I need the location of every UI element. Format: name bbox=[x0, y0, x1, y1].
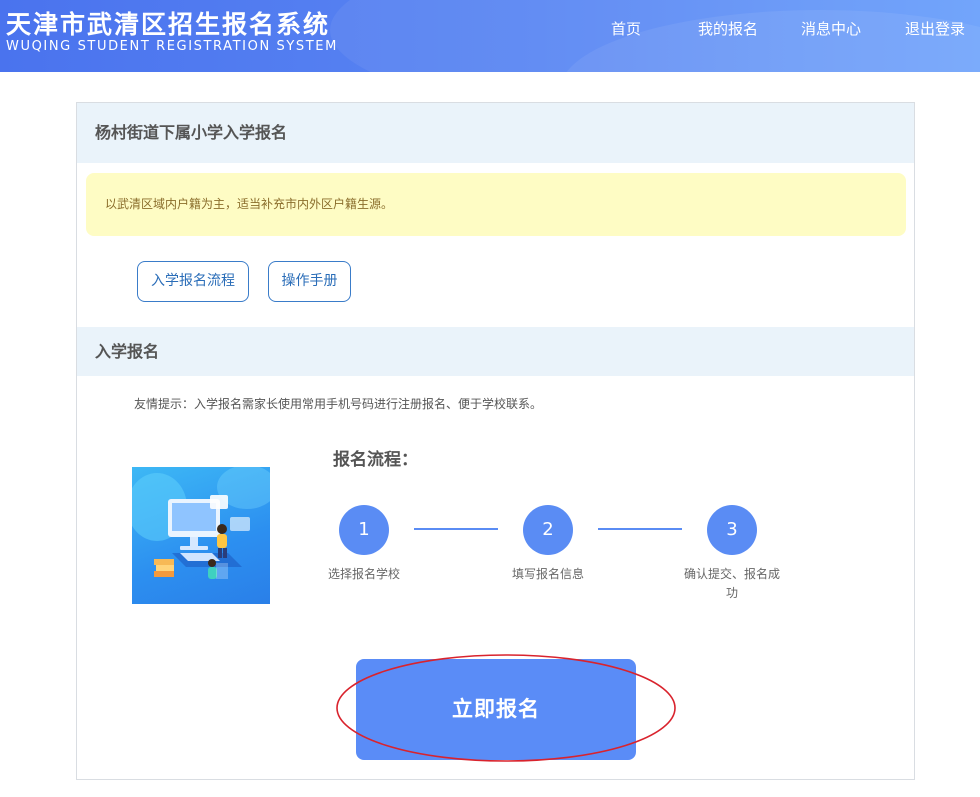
operation-manual-button[interactable]: 操作手册 bbox=[268, 261, 351, 302]
apply-now-button[interactable]: 立即报名 bbox=[356, 659, 636, 760]
step-connector bbox=[414, 528, 498, 530]
enrollment-notice: 以武清区域内户籍为主，适当补充市内外区户籍生源。 bbox=[86, 173, 906, 236]
nav-logout[interactable]: 退出登录 bbox=[905, 18, 965, 39]
step-connector bbox=[598, 528, 682, 530]
enroll-section-title: 入学报名 bbox=[77, 327, 914, 376]
site-title: 天津市武清区招生报名系统 bbox=[6, 10, 331, 39]
step-1-badge: 1 bbox=[339, 505, 389, 555]
registration-panel: 杨村街道下属小学入学报名 以武清区域内户籍为主，适当补充市内外区户籍生源。 入学… bbox=[76, 102, 915, 780]
site-subtitle: WUQING STUDENT REGISTRATION SYSTEM bbox=[6, 39, 338, 54]
step-3-badge: 3 bbox=[707, 505, 757, 555]
step-2-label: 填写报名信息 bbox=[511, 567, 584, 581]
nav-message-center[interactable]: 消息中心 bbox=[801, 18, 861, 39]
nav-home[interactable]: 首页 bbox=[611, 18, 641, 39]
enrollment-process-button[interactable]: 入学报名流程 bbox=[137, 261, 249, 302]
computer-illustration-icon bbox=[132, 467, 270, 579]
school-section-title: 杨村街道下属小学入学报名 bbox=[77, 103, 914, 163]
step-1-label: 选择报名学校 bbox=[327, 567, 400, 581]
friendly-tip: 友情提示：入学报名需家长使用常用手机号码进行注册报名、便于学校联系。 bbox=[134, 397, 543, 411]
site-header: 天津市武清区招生报名系统 WUQING STUDENT REGISTRATION… bbox=[0, 0, 980, 72]
step-2-badge: 2 bbox=[523, 505, 573, 555]
step-3-label: 确认提交、报名成功 bbox=[683, 567, 780, 600]
computer-illustration bbox=[132, 467, 270, 604]
nav-my-registration[interactable]: 我的报名 bbox=[698, 18, 758, 39]
process-title: 报名流程： bbox=[333, 450, 418, 470]
